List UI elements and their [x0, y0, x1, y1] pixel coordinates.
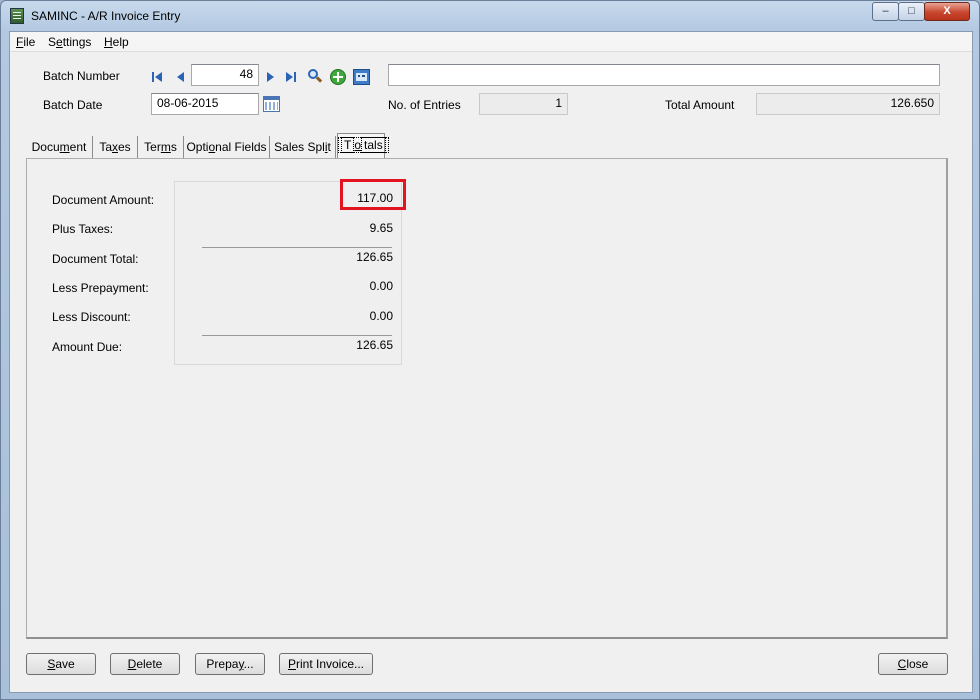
save-button[interactable]: Save: [26, 653, 96, 675]
document-amount-label: Document Amount:: [52, 193, 155, 207]
tab-sales-split[interactable]: Sales Split: [270, 136, 336, 158]
tab-optional-fields[interactable]: Optional Fields: [184, 136, 270, 158]
less-prepayment-label: Less Prepayment:: [52, 281, 149, 295]
document-total-value: 126.65: [356, 250, 393, 264]
window-title: SAMINC - A/R Invoice Entry: [31, 9, 181, 23]
batch-date-label: Batch Date: [43, 98, 103, 112]
prepay-button[interactable]: Prepay...: [195, 653, 265, 675]
next-record-icon[interactable]: [263, 69, 279, 85]
tab-taxes[interactable]: Taxes: [93, 136, 138, 158]
plus-taxes-label: Plus Taxes:: [52, 222, 114, 236]
maximize-button[interactable]: □: [898, 2, 925, 21]
menu-settings[interactable]: Settings: [48, 35, 91, 49]
menu-file[interactable]: File: [16, 35, 35, 49]
zoom-detail-icon[interactable]: [353, 69, 371, 85]
tab-terms[interactable]: Terms: [138, 136, 184, 158]
close-button[interactable]: Close: [878, 653, 948, 675]
tab-totals[interactable]: To tals: [337, 133, 389, 158]
title-bar: SAMINC - A/R Invoice Entry – □ X: [1, 1, 979, 31]
subtotal-divider: [202, 247, 392, 248]
less-discount-label: Less Discount:: [52, 310, 131, 324]
total-amount-value: 126.650: [756, 93, 940, 115]
batch-number-field[interactable]: 48: [191, 64, 259, 86]
first-record-icon[interactable]: [150, 69, 166, 85]
amount-due-value: 126.65: [356, 338, 393, 352]
less-prepayment-value: 0.00: [369, 279, 393, 293]
delete-button[interactable]: Delete: [110, 653, 180, 675]
batch-date-field[interactable]: 08-06-2015: [151, 93, 259, 115]
totals-tab-panel: Document Amount: Plus Taxes: Document To…: [26, 158, 948, 639]
tab-document[interactable]: Document: [26, 136, 93, 158]
batch-number-label: Batch Number: [43, 69, 120, 83]
app-window: SAMINC - A/R Invoice Entry – □ X File Se…: [0, 0, 980, 700]
magnifier-icon[interactable]: [307, 69, 323, 85]
close-window-button[interactable]: X: [924, 2, 970, 21]
total-amount-label: Total Amount: [665, 98, 735, 112]
print-invoice-button[interactable]: Print Invoice...: [279, 653, 373, 675]
plus-taxes-value: 9.65: [369, 221, 393, 235]
app-icon: [10, 8, 24, 24]
previous-record-icon[interactable]: [173, 69, 189, 85]
menu-help[interactable]: Help: [104, 35, 129, 49]
client-area: File Settings Help Batch Number 48 Batch…: [9, 31, 973, 693]
calendar-icon[interactable]: [263, 96, 280, 112]
last-record-icon[interactable]: [284, 69, 300, 85]
entries-label: No. of Entries: [388, 98, 461, 112]
batch-description-field[interactable]: [388, 64, 940, 86]
total-divider: [202, 335, 392, 336]
document-total-label: Document Total:: [52, 252, 139, 266]
amount-due-label: Amount Due:: [52, 340, 123, 354]
less-discount-value: 0.00: [369, 309, 393, 323]
highlight-box: [340, 179, 406, 210]
entries-value: 1: [479, 93, 568, 115]
add-icon[interactable]: [330, 69, 346, 85]
minimize-button[interactable]: –: [872, 2, 899, 21]
menu-bar: File Settings Help: [10, 32, 972, 52]
